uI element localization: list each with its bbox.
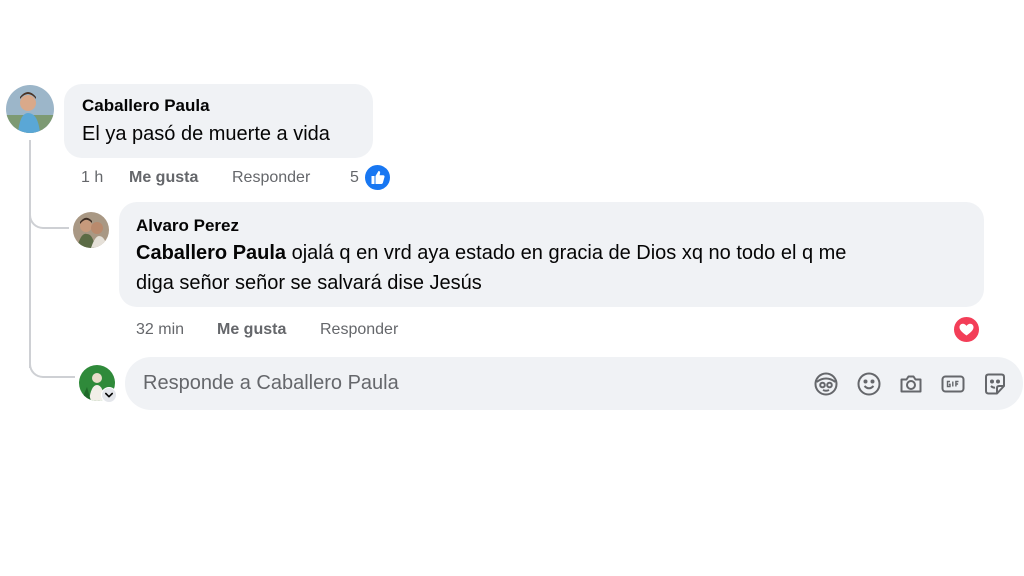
sticker-icon[interactable] [982, 371, 1008, 397]
reply-author[interactable]: Alvaro Perez [136, 216, 239, 236]
thread-connector-line [29, 140, 31, 368]
love-reaction-icon[interactable] [953, 316, 980, 343]
avatar-sticker-icon[interactable] [813, 371, 839, 397]
reply-reply-button[interactable]: Responder [320, 321, 398, 339]
comment-reply-button[interactable]: Responder [232, 169, 310, 187]
reply-input-placeholder: Responde a Caballero Paula [143, 372, 399, 394]
comment-text: El ya pasó de muerte a vida [82, 123, 330, 145]
thread-connector-curve [29, 352, 75, 378]
comment-time[interactable]: 1 h [81, 169, 103, 187]
comment-like-button[interactable]: Me gusta [129, 169, 198, 187]
camera-icon[interactable] [898, 371, 924, 397]
comment-bubble: Caballero Paula El ya pasó de muerte a v… [64, 84, 373, 158]
emoji-icon[interactable] [856, 371, 882, 397]
reply-mention[interactable]: Caballero Paula [136, 242, 286, 264]
reply-text-line2: diga señor señor se salvará dise Jesús [136, 272, 482, 294]
like-reaction-icon[interactable] [364, 164, 391, 191]
reply-text: ojalá q en vrd aya estado en gracia de D… [286, 242, 847, 264]
comment-author[interactable]: Caballero Paula [82, 96, 210, 116]
reply-input[interactable]: Responde a Caballero Paula [125, 357, 1023, 410]
chevron-down-icon[interactable] [101, 387, 117, 403]
reply-time[interactable]: 32 min [136, 321, 184, 339]
avatar-alvaro-perez[interactable] [73, 212, 109, 248]
reply-text-line1: Caballero Paula ojalá q en vrd aya estad… [136, 238, 846, 268]
reaction-count[interactable]: 5 [350, 169, 359, 187]
reply-like-button[interactable]: Me gusta [217, 321, 286, 339]
reply-bubble: Alvaro Perez Caballero Paula ojalá q en … [119, 202, 984, 307]
thread-connector-curve [29, 205, 69, 229]
gif-icon[interactable] [940, 371, 966, 397]
avatar-caballero-paula[interactable] [6, 85, 54, 133]
